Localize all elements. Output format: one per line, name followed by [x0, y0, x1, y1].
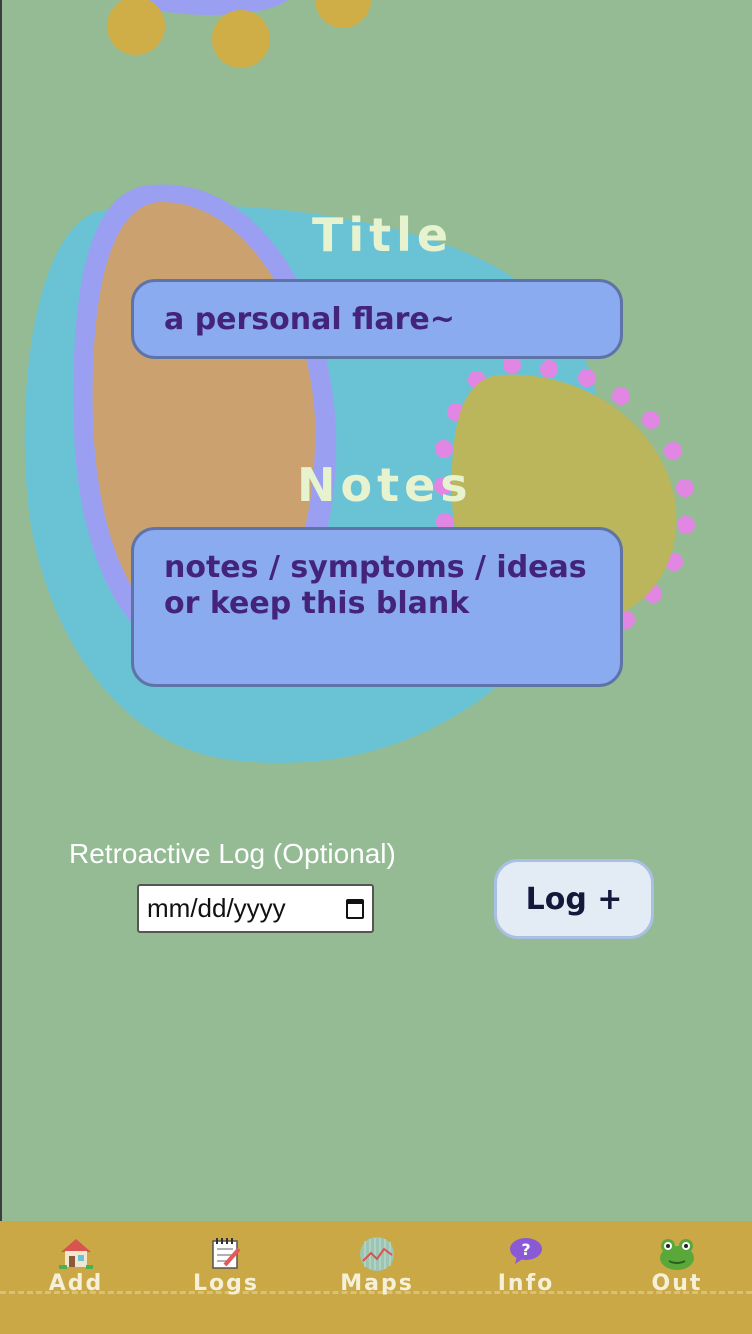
svg-text:?: ? — [521, 1240, 530, 1259]
house-icon — [59, 1237, 93, 1271]
top-yellow-dot — [107, 0, 165, 55]
map-chart-icon — [359, 1237, 395, 1271]
tab-out-label: Out — [651, 1271, 703, 1296]
tab-add[interactable]: Add — [21, 1221, 131, 1334]
calendar-icon[interactable] — [346, 898, 364, 919]
question-bubble-icon: ? — [509, 1237, 543, 1271]
tab-logs[interactable]: Logs — [171, 1221, 281, 1334]
notes-input[interactable] — [131, 527, 623, 687]
log-button[interactable]: Log + — [494, 859, 654, 939]
tab-add-label: Add — [48, 1271, 104, 1296]
tab-maps[interactable]: Maps — [322, 1221, 432, 1334]
bottom-tab-bar: Add Logs Maps ? Info Out — [0, 1221, 752, 1334]
retroactive-log-label: Retroactive Log (Optional) — [69, 838, 396, 869]
top-yellow-dot — [315, 0, 371, 28]
tab-logs-label: Logs — [193, 1271, 259, 1296]
top-purple-blob — [132, 0, 288, 15]
notes-label: Notes — [297, 458, 473, 512]
window-edge — [0, 0, 2, 1334]
title-input[interactable] — [131, 279, 623, 359]
tab-info[interactable]: ? Info — [471, 1221, 581, 1334]
frog-icon — [658, 1237, 696, 1271]
tab-out[interactable]: Out — [622, 1221, 732, 1334]
top-yellow-dot — [212, 10, 270, 68]
tab-maps-label: Maps — [340, 1271, 414, 1296]
notepad-icon — [211, 1237, 241, 1271]
date-placeholder: mm/dd/yyyy — [147, 893, 286, 923]
title-label: Title — [312, 208, 454, 262]
tab-info-label: Info — [497, 1271, 555, 1296]
retroactive-date-input[interactable]: mm/dd/yyyy — [137, 884, 374, 933]
